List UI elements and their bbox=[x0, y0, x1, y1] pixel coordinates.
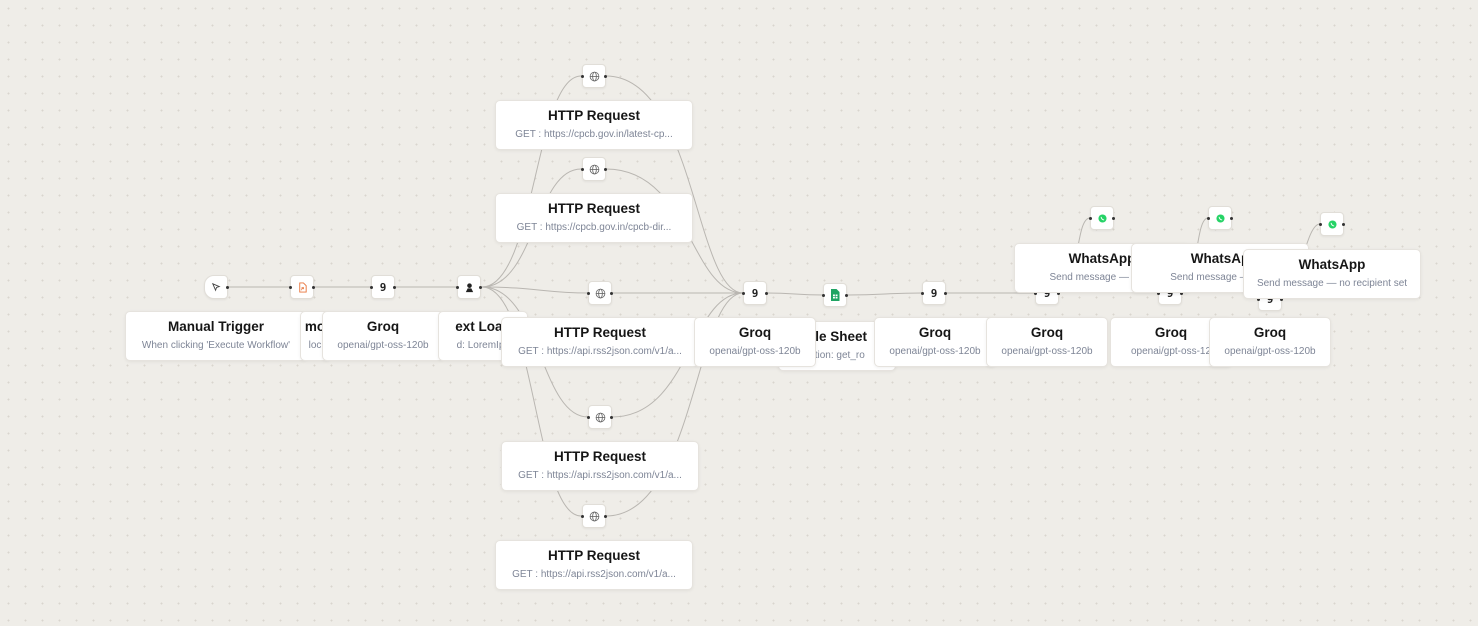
node-card-http-request-3[interactable]: HTTP Request GET : https://api.rss2json.… bbox=[501, 317, 699, 367]
cursor-click-icon bbox=[211, 282, 221, 292]
edge-sheets-groq3 bbox=[847, 292, 923, 296]
output-port[interactable] bbox=[393, 285, 396, 289]
node-subtitle: GET : https://api.rss2json.com/v1/a... bbox=[512, 569, 676, 580]
text-loader-icon bbox=[465, 282, 473, 292]
node-card-http-request-4[interactable]: HTTP Request GET : https://api.rss2json.… bbox=[501, 441, 699, 491]
node-subtitle: Send message — no recipient set bbox=[1256, 278, 1408, 289]
node-subtitle: GET : https://cpcb.gov.in/cpcb-dir... bbox=[516, 222, 672, 233]
input-port[interactable] bbox=[581, 167, 584, 171]
edge-textloader-http3 bbox=[481, 286, 589, 294]
input-port[interactable] bbox=[581, 74, 584, 78]
node-card-http-request-5[interactable]: HTTP Request GET : https://api.rss2json.… bbox=[495, 540, 693, 590]
http-request-node-3[interactable] bbox=[587, 281, 613, 305]
output-port[interactable] bbox=[312, 285, 315, 289]
globe-icon bbox=[589, 71, 599, 81]
node-card-groq-1[interactable]: Groq openai/gpt-oss-120b bbox=[322, 311, 444, 361]
input-port[interactable] bbox=[587, 415, 590, 419]
groq-logo-icon: 9 bbox=[930, 286, 938, 300]
groq-logo-icon: 9 bbox=[751, 286, 759, 300]
input-port[interactable] bbox=[370, 285, 373, 289]
output-port[interactable] bbox=[1230, 216, 1233, 220]
input-port[interactable] bbox=[1089, 216, 1092, 220]
groq-logo-icon: 9 bbox=[379, 280, 387, 294]
node-subtitle: openai/gpt-oss-120b bbox=[1224, 346, 1316, 357]
node-card-groq-6[interactable]: Groq openai/gpt-oss-120b bbox=[1209, 317, 1331, 367]
node-card-http-request-1[interactable]: HTTP Request GET : https://cpcb.gov.in/l… bbox=[495, 100, 693, 150]
output-port[interactable] bbox=[604, 514, 607, 518]
node-title: WhatsApp bbox=[1298, 257, 1366, 272]
pdf-file-icon bbox=[298, 281, 307, 293]
input-port[interactable] bbox=[456, 285, 459, 289]
globe-icon bbox=[589, 511, 599, 521]
whatsapp-node-2[interactable] bbox=[1207, 206, 1233, 230]
groq-node-2[interactable]: 9 bbox=[742, 281, 768, 305]
output-port[interactable] bbox=[226, 285, 229, 289]
input-port[interactable] bbox=[1319, 222, 1322, 226]
node-title: HTTP Request bbox=[547, 548, 640, 563]
node-title: Groq bbox=[918, 325, 952, 340]
output-port[interactable] bbox=[1112, 216, 1115, 220]
node-title: Groq bbox=[1253, 325, 1287, 340]
node-card-groq-4[interactable]: Groq openai/gpt-oss-120b bbox=[986, 317, 1108, 367]
output-port[interactable] bbox=[944, 291, 947, 295]
node-subtitle: openai/gpt-oss-120b bbox=[709, 346, 801, 357]
whatsapp-icon bbox=[1215, 213, 1225, 223]
output-port[interactable] bbox=[604, 74, 607, 78]
node-title: HTTP Request bbox=[547, 201, 640, 216]
globe-icon bbox=[589, 164, 599, 174]
manual-trigger-node[interactable] bbox=[204, 275, 229, 299]
whatsapp-node-1[interactable] bbox=[1089, 206, 1115, 230]
node-title: Groq bbox=[366, 319, 400, 334]
http-request-node-2[interactable] bbox=[581, 157, 607, 181]
google-sheets-node[interactable] bbox=[822, 283, 848, 307]
node-card-groq-2[interactable]: Groq openai/gpt-oss-120b bbox=[694, 317, 816, 367]
whatsapp-node-3[interactable] bbox=[1319, 212, 1345, 236]
google-sheets-icon bbox=[831, 289, 840, 301]
node-subtitle: GET : https://api.rss2json.com/v1/a... bbox=[518, 470, 682, 481]
output-port[interactable] bbox=[845, 293, 848, 297]
input-port[interactable] bbox=[1207, 216, 1210, 220]
globe-icon bbox=[595, 288, 605, 298]
input-port[interactable] bbox=[921, 291, 924, 295]
node-subtitle: GET : https://api.rss2json.com/v1/a... bbox=[518, 346, 682, 357]
node-title: Manual Trigger bbox=[167, 319, 265, 334]
input-port[interactable] bbox=[822, 293, 825, 297]
output-port[interactable] bbox=[1342, 222, 1345, 226]
node-subtitle: openai/gpt-oss-120b bbox=[889, 346, 981, 357]
groq-node-3[interactable]: 9 bbox=[921, 281, 947, 305]
output-port[interactable] bbox=[479, 285, 482, 289]
node-title: Groq bbox=[738, 325, 772, 340]
node-subtitle: When clicking 'Execute Workflow' bbox=[141, 340, 291, 351]
node-subtitle: openai/gpt-oss-120b bbox=[1001, 346, 1093, 357]
node-card-whatsapp-3[interactable]: WhatsApp Send message — no recipient set bbox=[1243, 249, 1421, 299]
node-card-groq-3[interactable]: Groq openai/gpt-oss-120b bbox=[874, 317, 996, 367]
output-port[interactable] bbox=[610, 291, 613, 295]
groq-node-1[interactable]: 9 bbox=[370, 275, 396, 299]
workflow-canvas[interactable]: 9 9 9 9 9 9 Manual Trigger When clicking… bbox=[0, 0, 1478, 626]
pdf-loader-node[interactable] bbox=[289, 275, 315, 299]
input-port[interactable] bbox=[289, 285, 292, 289]
http-request-node-4[interactable] bbox=[587, 405, 613, 429]
output-port[interactable] bbox=[604, 167, 607, 171]
node-subtitle: openai/gpt-oss-120b bbox=[337, 340, 429, 351]
node-title: Groq bbox=[1030, 325, 1064, 340]
input-port[interactable] bbox=[742, 291, 745, 295]
http-request-node-5[interactable] bbox=[581, 504, 607, 528]
input-port[interactable] bbox=[581, 514, 584, 518]
output-port[interactable] bbox=[610, 415, 613, 419]
input-port[interactable] bbox=[587, 291, 590, 295]
whatsapp-icon bbox=[1327, 219, 1337, 229]
node-card-http-request-2[interactable]: HTTP Request GET : https://cpcb.gov.in/c… bbox=[495, 193, 693, 243]
node-title: HTTP Request bbox=[547, 108, 640, 123]
http-request-node-1[interactable] bbox=[581, 64, 607, 88]
node-subtitle: GET : https://cpcb.gov.in/latest-cp... bbox=[515, 129, 673, 140]
text-loader-node[interactable] bbox=[456, 275, 482, 299]
node-title: HTTP Request bbox=[553, 449, 646, 464]
output-port[interactable] bbox=[765, 291, 768, 295]
globe-icon bbox=[595, 412, 605, 422]
whatsapp-icon bbox=[1097, 213, 1107, 223]
node-title: HTTP Request bbox=[553, 325, 646, 340]
edge-groq2-sheets bbox=[766, 292, 824, 296]
node-card-manual-trigger[interactable]: Manual Trigger When clicking 'Execute Wo… bbox=[125, 311, 307, 361]
